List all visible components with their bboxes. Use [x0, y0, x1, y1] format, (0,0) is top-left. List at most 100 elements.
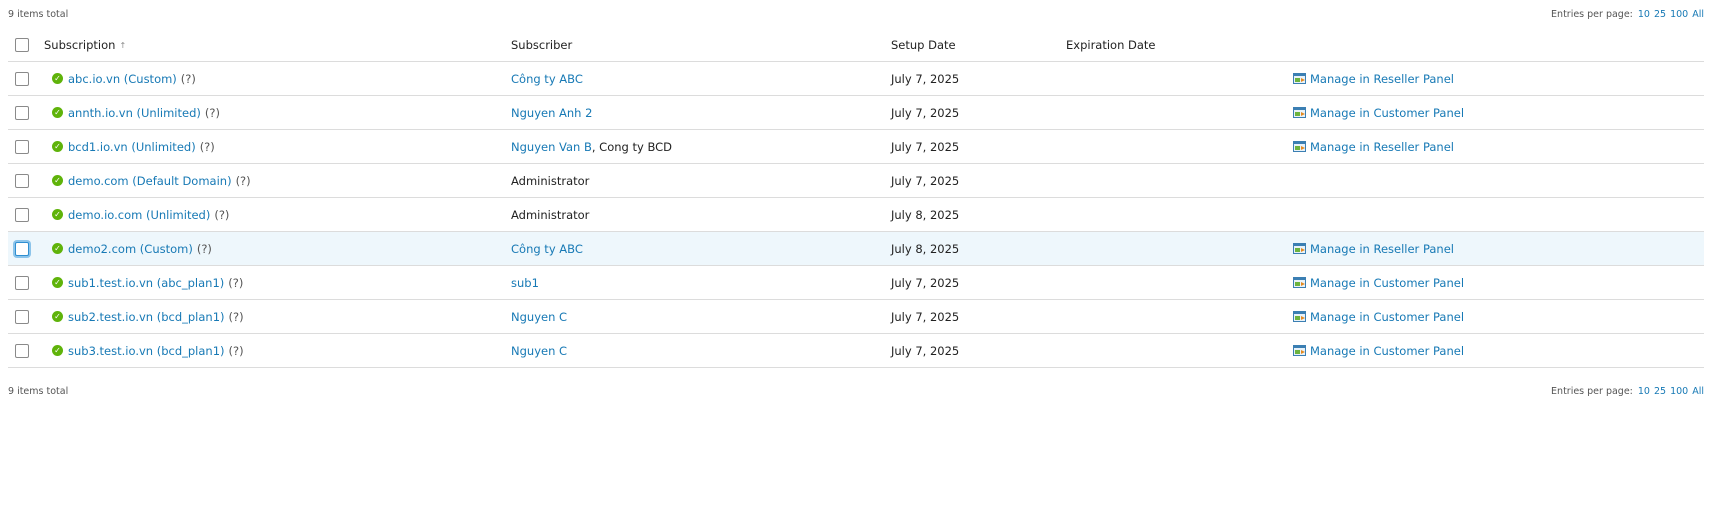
manage-panel-cell: Manage in Customer Panel [1293, 300, 1464, 333]
column-header-setup-date[interactable]: Setup Date [891, 29, 956, 61]
subscription-link[interactable]: annth.io.vn (Unlimited) [68, 106, 201, 120]
page-size-10[interactable]: 10 [1638, 386, 1650, 397]
table-row: ✓ abc.io.vn (Custom) (?) Công ty ABC Jul… [8, 62, 1704, 96]
table-row: ✓ demo2.com (Custom) (?) Công ty ABC Jul… [8, 232, 1704, 266]
help-icon[interactable]: (?) [181, 72, 196, 86]
row-checkbox[interactable] [15, 343, 29, 358]
setup-date: July 7, 2025 [891, 343, 960, 358]
table-row: ✓ sub2.test.io.vn (bcd_plan1) (?) Nguyen… [8, 300, 1704, 334]
panel-window-icon [1293, 243, 1306, 254]
manage-panel-cell: Manage in Reseller Panel [1293, 130, 1454, 163]
column-header-subscription[interactable]: Subscription ↑ [44, 29, 126, 61]
subscriber-link[interactable]: Công ty ABC [511, 72, 583, 86]
row-checkbox[interactable] [15, 309, 29, 324]
row-checkbox[interactable] [15, 241, 29, 256]
subscription-link[interactable]: sub1.test.io.vn (abc_plan1) [68, 276, 224, 290]
setup-date: July 7, 2025 [891, 139, 960, 154]
table-row: ✓ sub3.test.io.vn (bcd_plan1) (?) Nguyen… [8, 334, 1704, 368]
select-all-checkbox[interactable] [15, 38, 29, 52]
top-pagination-bar: 9 items total Entries per page: 10 25 100 Al… [8, 6, 1704, 22]
subscription-link[interactable]: sub3.test.io.vn (bcd_plan1) [68, 344, 225, 358]
row-checkbox[interactable] [15, 105, 29, 120]
sort-ascending-icon: ↑ [119, 40, 127, 50]
subscription-link[interactable]: bcd1.io.vn (Unlimited) [68, 140, 196, 154]
page-size-all[interactable]: All [1692, 9, 1704, 20]
subscriber-link[interactable]: Nguyen C [511, 310, 567, 324]
help-icon[interactable]: (?) [228, 276, 243, 290]
help-icon[interactable]: (?) [205, 106, 220, 120]
page-size-25[interactable]: 25 [1654, 386, 1666, 397]
row-checkbox[interactable] [15, 173, 29, 188]
manage-panel-link[interactable]: Manage in Reseller Panel [1310, 242, 1454, 256]
manage-panel-link[interactable]: Manage in Customer Panel [1310, 344, 1464, 358]
setup-date: July 7, 2025 [891, 275, 960, 290]
help-icon[interactable]: (?) [214, 208, 229, 222]
status-active-icon: ✓ [52, 277, 63, 288]
table-row: ✓ sub1.test.io.vn (abc_plan1) (?) sub1 J… [8, 266, 1704, 300]
entries-per-page-label: Entries per page: [1551, 8, 1633, 20]
page-size-100[interactable]: 100 [1670, 386, 1688, 397]
panel-window-icon [1293, 277, 1306, 288]
setup-date: July 7, 2025 [891, 309, 960, 324]
entries-per-page-label: Entries per page: [1551, 385, 1633, 397]
column-header-expiration-date[interactable]: Expiration Date [1066, 29, 1156, 61]
manage-panel-link[interactable]: Manage in Reseller Panel [1310, 140, 1454, 154]
subscription-link[interactable]: sub2.test.io.vn (bcd_plan1) [68, 310, 225, 324]
table-row: ✓ demo.com (Default Domain) (?) Administ… [8, 164, 1704, 198]
table-row: ✓ bcd1.io.vn (Unlimited) (?) Nguyen Van … [8, 130, 1704, 164]
setup-date: July 7, 2025 [891, 173, 960, 188]
panel-window-icon [1293, 345, 1306, 356]
manage-panel-link[interactable]: Manage in Customer Panel [1310, 276, 1464, 290]
manage-panel-cell: Manage in Customer Panel [1293, 334, 1464, 367]
subscriber-link[interactable]: Nguyen C [511, 344, 567, 358]
page-size-100[interactable]: 100 [1670, 9, 1688, 20]
page-size-all[interactable]: All [1692, 386, 1704, 397]
panel-window-icon [1293, 311, 1306, 322]
page-size-10[interactable]: 10 [1638, 9, 1650, 20]
panel-window-icon [1293, 107, 1306, 118]
panel-window-icon [1293, 73, 1306, 84]
subscriber-link[interactable]: Công ty ABC [511, 242, 583, 256]
help-icon[interactable]: (?) [229, 310, 244, 324]
row-checkbox[interactable] [15, 71, 29, 86]
panel-window-icon [1293, 141, 1306, 152]
status-active-icon: ✓ [52, 209, 63, 220]
subscriber-text: Administrator [511, 173, 590, 188]
status-active-icon: ✓ [52, 243, 63, 254]
help-icon[interactable]: (?) [236, 174, 251, 188]
manage-panel-link[interactable]: Manage in Customer Panel [1310, 310, 1464, 324]
subscription-link[interactable]: abc.io.vn (Custom) [68, 72, 177, 86]
setup-date: July 7, 2025 [891, 71, 960, 86]
subscriber-link[interactable]: Nguyen Anh 2 [511, 106, 592, 120]
row-checkbox[interactable] [15, 207, 29, 222]
subscriber-link[interactable]: Nguyen Van B [511, 140, 592, 154]
items-total: 9 items total [8, 385, 69, 397]
setup-date: July 8, 2025 [891, 207, 960, 222]
page-size-25[interactable]: 25 [1654, 9, 1666, 20]
manage-panel-cell: Manage in Reseller Panel [1293, 62, 1454, 95]
help-icon[interactable]: (?) [229, 344, 244, 358]
help-icon[interactable]: (?) [197, 242, 212, 256]
setup-date: July 7, 2025 [891, 105, 960, 120]
table-header: Subscription ↑ Subscriber Setup Date Exp… [8, 29, 1704, 62]
subscription-link[interactable]: demo.com (Default Domain) [68, 174, 232, 188]
items-total: 9 items total [8, 8, 69, 20]
subscription-link[interactable]: demo2.com (Custom) [68, 242, 193, 256]
entries-per-page: Entries per page: 10 25 100 All [1551, 386, 1704, 397]
status-active-icon: ✓ [52, 73, 63, 84]
row-checkbox[interactable] [15, 275, 29, 290]
row-checkbox[interactable] [15, 139, 29, 154]
manage-panel-link[interactable]: Manage in Reseller Panel [1310, 72, 1454, 86]
setup-date: July 8, 2025 [891, 241, 960, 256]
status-active-icon: ✓ [52, 345, 63, 356]
help-icon[interactable]: (?) [200, 140, 215, 154]
column-header-subscriber[interactable]: Subscriber [511, 29, 572, 61]
table-row: ✓ demo.io.com (Unlimited) (?) Administra… [8, 198, 1704, 232]
subscriber-company: , Cong ty BCD [591, 139, 673, 154]
subscription-link[interactable]: demo.io.com (Unlimited) [68, 208, 210, 222]
manage-panel-link[interactable]: Manage in Customer Panel [1310, 106, 1464, 120]
subscriber-link[interactable]: sub1 [511, 276, 539, 290]
manage-panel-cell: Manage in Customer Panel [1293, 266, 1464, 299]
status-active-icon: ✓ [52, 107, 63, 118]
status-active-icon: ✓ [52, 175, 63, 186]
